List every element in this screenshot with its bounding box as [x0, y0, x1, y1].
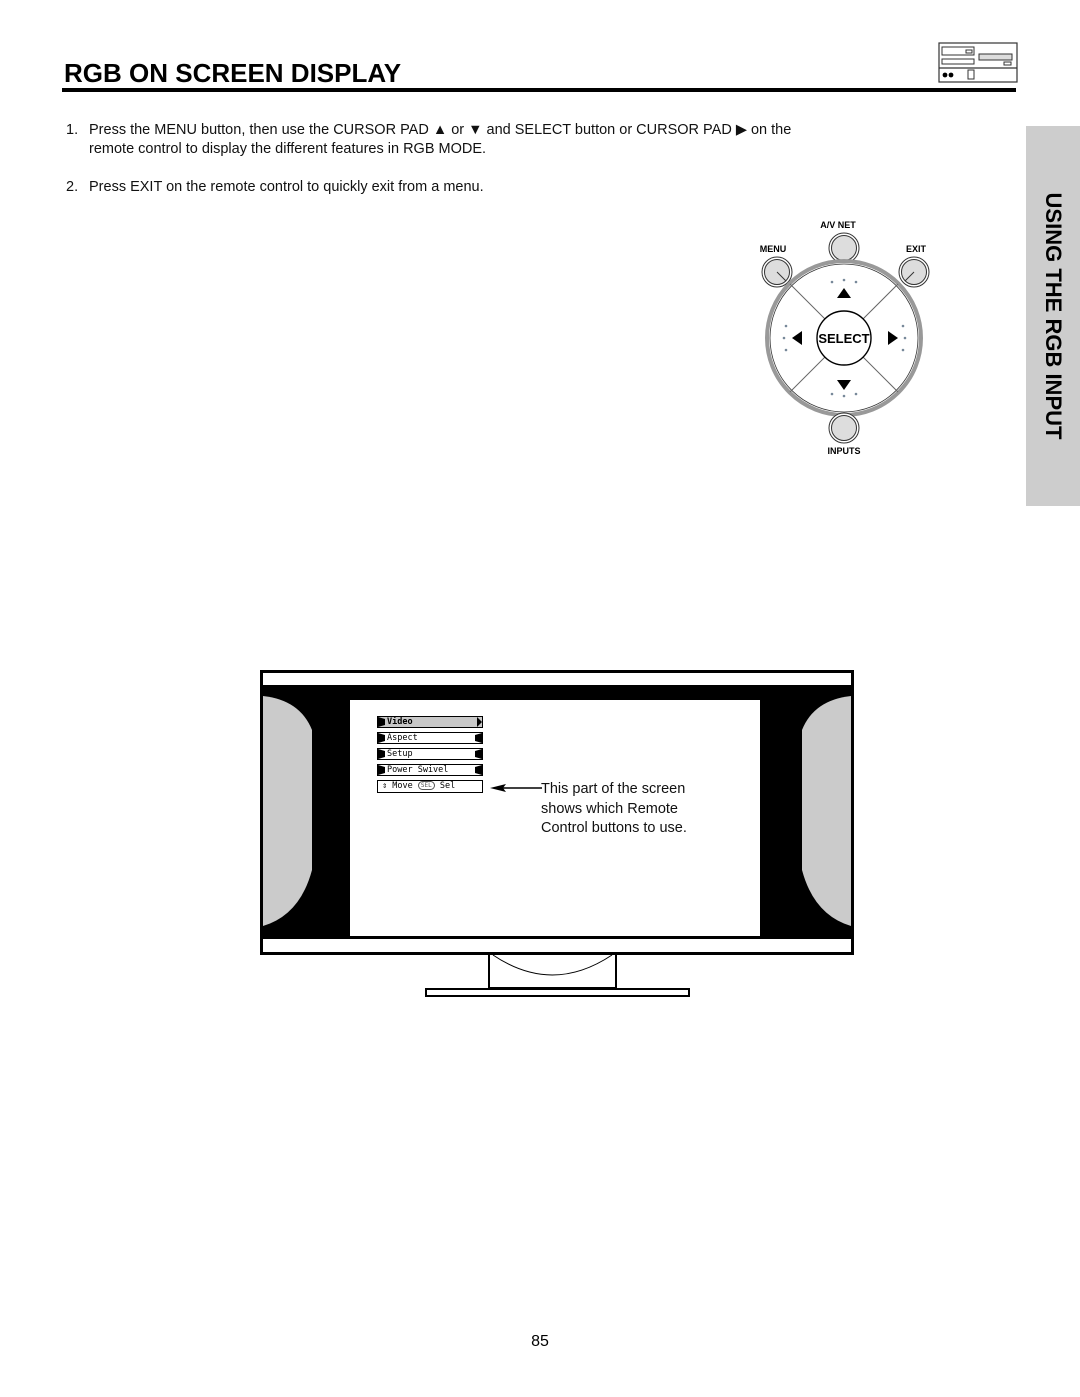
osd-item-setup[interactable]: Setup — [377, 748, 483, 760]
exit-label: EXIT — [906, 244, 927, 254]
callout-line: This part of the screen — [541, 781, 686, 797]
step-text: Press EXIT on the remote control to quic… — [89, 179, 484, 195]
step-number: 1. — [66, 122, 79, 138]
osd-item-power-swivel[interactable]: Power Swivel — [377, 764, 483, 776]
sel-badge-icon: SEL — [417, 781, 435, 790]
page-title: RGB ON SCREEN DISPLAY — [64, 58, 402, 88]
step-number: 2. — [66, 179, 79, 195]
step-1: 1. Press the MENU button, then use the C… — [66, 121, 886, 161]
osd-help-bar: ⇕ Move SEL Sel — [377, 780, 483, 793]
move-icon: ⇕ — [382, 781, 388, 791]
section-tab-label: USING THE RGB INPUT — [1041, 192, 1066, 440]
remote-control-diagram: A/V NET MENU EXIT SELECT INPUTS — [760, 220, 930, 456]
tv-stand-base — [425, 988, 690, 997]
step-text: remote control to display the different … — [89, 141, 487, 157]
submenu-arrow-icon — [477, 717, 482, 727]
tv-stand-neck — [488, 953, 617, 989]
step-text: Press the MENU button, then use the CURS… — [89, 122, 792, 138]
callout-arrow-icon — [490, 784, 542, 792]
osd-item-label: Power Swivel — [387, 765, 449, 775]
av-net-label: A/V NET — [820, 220, 856, 230]
sel-label: Sel — [439, 781, 456, 791]
osd-menu: Video Aspect Setup Power Swivel ⇕ Move S… — [377, 716, 483, 793]
callout-line: shows which Remote — [541, 800, 678, 817]
callout-line: Control buttons to use. — [541, 820, 687, 836]
osd-item-label: Aspect — [387, 733, 418, 743]
title-rule — [62, 88, 1016, 92]
osd-item-label: Setup — [387, 749, 413, 759]
select-label: SELECT — [818, 331, 869, 346]
move-label: Move — [392, 781, 413, 791]
tv-device-icon — [938, 42, 1018, 83]
osd-item-video[interactable]: Video — [377, 716, 483, 728]
inputs-label: INPUTS — [827, 446, 860, 456]
callout-text: This part of the screen shows which Remo… — [541, 780, 687, 839]
page-number: 85 — [531, 1333, 549, 1350]
osd-item-label: Video — [387, 717, 413, 727]
step-2: 2. Press EXIT on the remote control to q… — [66, 178, 886, 198]
section-tab: USING THE RGB INPUT — [1026, 126, 1080, 506]
osd-item-aspect[interactable]: Aspect — [377, 732, 483, 744]
menu-label: MENU — [760, 244, 787, 254]
